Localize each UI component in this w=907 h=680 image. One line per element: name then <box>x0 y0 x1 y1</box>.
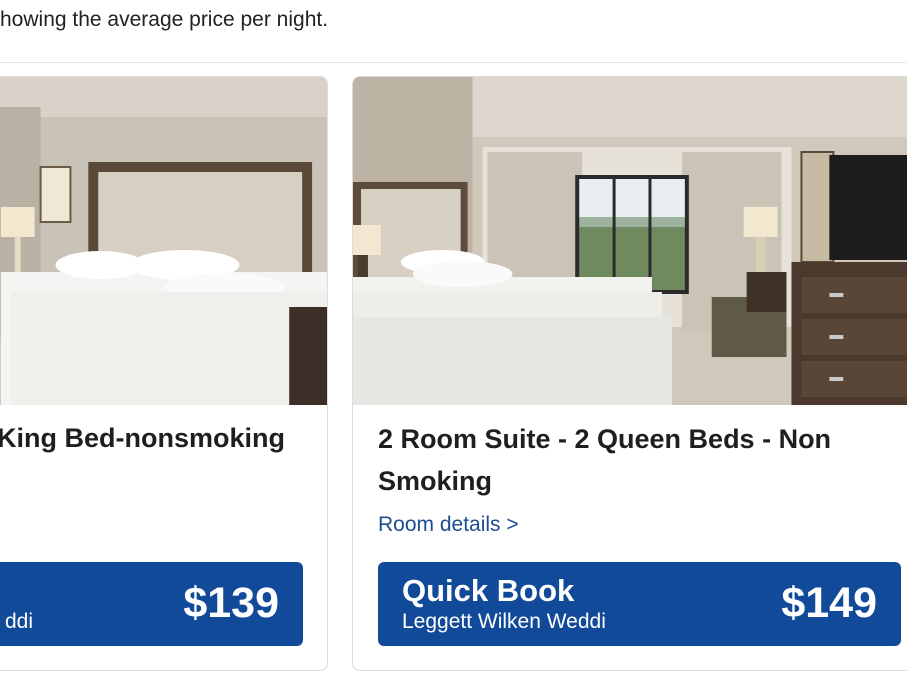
room-card: King Bed-nonsmoking ddi $139 <box>0 76 328 671</box>
room-price: $149 <box>781 579 877 627</box>
divider <box>0 62 907 63</box>
hotel-name: ddi <box>4 610 33 633</box>
room-price: $139 <box>183 579 279 627</box>
quick-book-button[interactable]: ddi $139 <box>0 562 303 646</box>
room-photo[interactable] <box>0 77 327 405</box>
room-title: King Bed-nonsmoking <box>0 423 285 453</box>
quick-book-label: Quick Book <box>402 573 575 608</box>
room-photo-image <box>353 77 907 405</box>
hotel-name: Leggett Wilken Weddi <box>402 610 606 633</box>
price-notice: howing the average price per night. <box>0 8 329 31</box>
room-title: 2 Room Suite - 2 Queen Beds - Non Smokin… <box>378 424 832 496</box>
room-details-link[interactable]: Room details > <box>378 513 519 537</box>
room-card: 2 Room Suite - 2 Queen Beds - Non Smokin… <box>352 76 907 671</box>
room-photo[interactable] <box>353 77 907 405</box>
quick-book-button[interactable]: Quick Book Leggett Wilken Weddi $149 <box>378 562 901 646</box>
room-photo-image <box>0 77 327 405</box>
